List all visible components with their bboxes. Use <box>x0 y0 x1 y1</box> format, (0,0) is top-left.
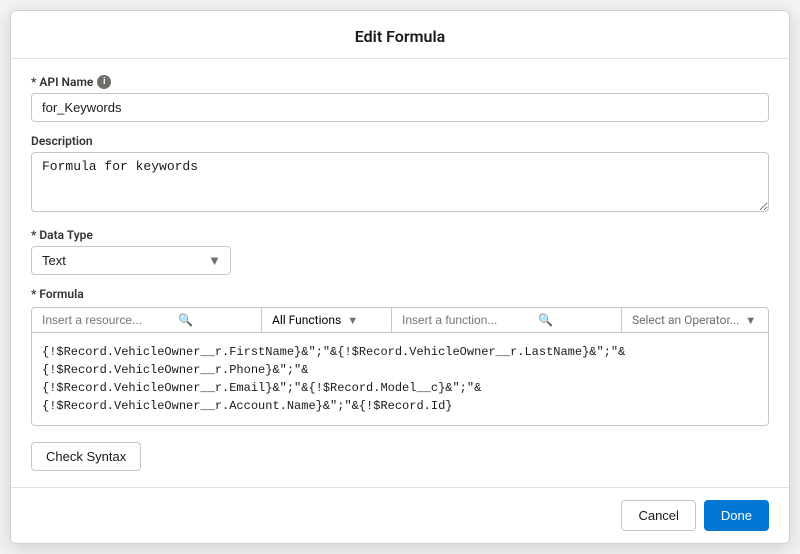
data-type-label: * Data Type <box>31 228 769 242</box>
formula-label: * Formula <box>31 287 769 301</box>
resource-search-icon: 🔍 <box>178 313 193 327</box>
operator-dropdown[interactable]: Select an Operator... ▼ <box>622 308 768 332</box>
formula-group: * Formula 🔍 All Functions ▼ 🔍 <box>31 287 769 430</box>
api-name-input[interactable] <box>31 93 769 122</box>
functions-label: All Functions <box>272 313 341 327</box>
description-group: Description Formula for keywords <box>31 134 769 216</box>
api-name-info-icon[interactable]: i <box>97 75 111 89</box>
resource-search-input[interactable] <box>42 313 172 327</box>
api-name-group: * API Name i <box>31 75 769 122</box>
done-button[interactable]: Done <box>704 500 769 531</box>
check-syntax-button[interactable]: Check Syntax <box>31 442 141 471</box>
description-label: Description <box>31 134 769 148</box>
syntax-check-area: Check Syntax <box>31 442 769 471</box>
dialog-footer: Cancel Done <box>11 487 789 543</box>
data-type-select[interactable]: Text Number Currency Date Percent Checkb… <box>31 246 231 275</box>
data-type-group: * Data Type Text Number Currency Date Pe… <box>31 228 769 275</box>
functions-dropdown[interactable]: All Functions ▼ <box>262 308 392 332</box>
dialog-body: * API Name i Description Formula for key… <box>11 59 789 487</box>
operator-dropdown-arrow: ▼ <box>745 314 756 327</box>
api-name-label: * API Name i <box>31 75 769 89</box>
function-search-cell: 🔍 <box>392 308 622 332</box>
operator-placeholder-text: Select an Operator... <box>632 313 739 327</box>
formula-toolbar: 🔍 All Functions ▼ 🔍 Select an Operator..… <box>31 307 769 332</box>
formula-textarea[interactable]: {!$Record.VehicleOwner__r.FirstName}&";"… <box>31 332 769 426</box>
function-search-input[interactable] <box>402 313 532 327</box>
data-type-select-wrapper: Text Number Currency Date Percent Checkb… <box>31 246 231 275</box>
function-search-icon: 🔍 <box>538 313 553 327</box>
edit-formula-dialog: Edit Formula * API Name i Description Fo… <box>10 10 790 544</box>
cancel-button[interactable]: Cancel <box>621 500 695 531</box>
description-input[interactable]: Formula for keywords <box>31 152 769 212</box>
resource-search-cell: 🔍 <box>32 308 262 332</box>
functions-dropdown-arrow: ▼ <box>347 314 358 327</box>
dialog-title: Edit Formula <box>11 11 789 59</box>
